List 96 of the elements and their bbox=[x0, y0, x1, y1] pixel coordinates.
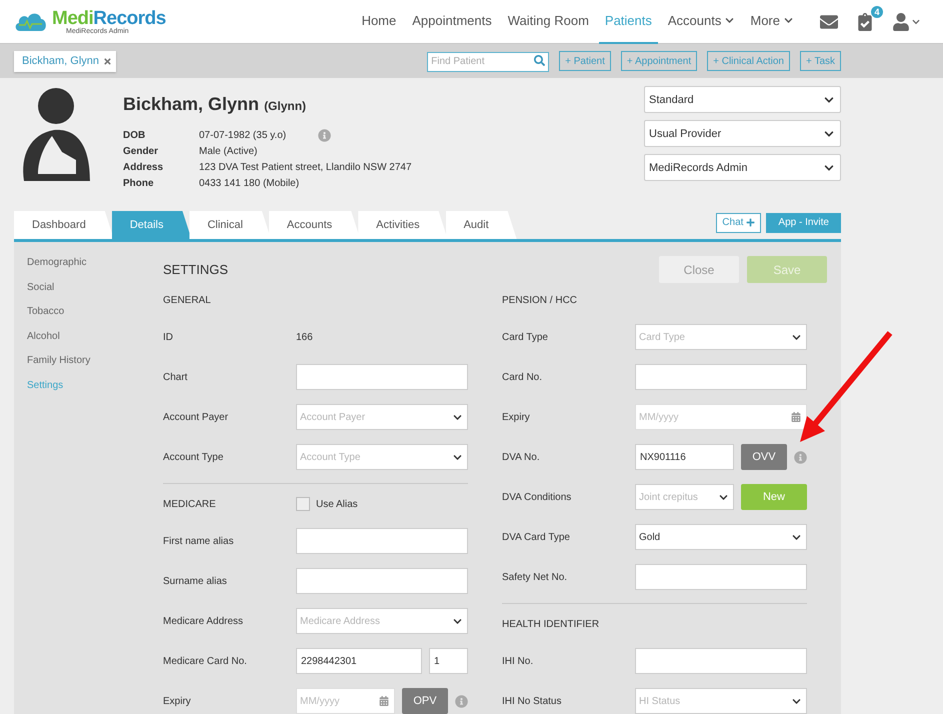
section-heading: HEALTH IDENTIFIER bbox=[502, 618, 600, 630]
input-field[interactable]: 2298442301 bbox=[296, 648, 422, 674]
chevron-down-icon bbox=[792, 332, 801, 342]
detail-value: 123 DVA Test Patient street, Llandilo NSW 2747 bbox=[199, 162, 412, 172]
field-label: Expiry bbox=[163, 696, 192, 706]
section-heading: GENERAL bbox=[163, 294, 212, 306]
field-label: IHI No Status bbox=[502, 696, 562, 706]
close-icon[interactable] bbox=[103, 56, 112, 66]
field-label: Medicare Address bbox=[163, 616, 244, 626]
nav-link[interactable]: Appointments bbox=[406, 0, 498, 44]
side-menu-item[interactable]: Family History bbox=[27, 354, 163, 368]
field-label: Card Type bbox=[502, 332, 549, 342]
detail-label: Address bbox=[123, 162, 164, 172]
plus-icon bbox=[746, 218, 756, 227]
field-label: DVA No. bbox=[502, 452, 541, 462]
tab[interactable]: Accounts bbox=[268, 211, 360, 239]
field-label: Expiry bbox=[502, 412, 531, 422]
date-field[interactable]: MM/yyyy bbox=[296, 688, 395, 714]
input-field[interactable]: 1 bbox=[429, 648, 468, 674]
calendar-icon bbox=[379, 696, 389, 706]
tab[interactable]: Audit bbox=[446, 211, 517, 239]
detail-label: Phone bbox=[123, 178, 155, 188]
search-icon bbox=[534, 55, 546, 66]
checkbox-label: Use Alias bbox=[316, 498, 358, 510]
field-label: ID bbox=[163, 332, 174, 342]
field-value: 166 bbox=[296, 332, 314, 342]
select-field[interactable]: Standard bbox=[644, 86, 841, 113]
action-button[interactable]: OVV bbox=[741, 444, 787, 470]
tab[interactable]: Details bbox=[112, 211, 192, 239]
tab[interactable]: Clinical bbox=[189, 211, 271, 239]
chevron-down-icon bbox=[792, 532, 801, 542]
info-icon[interactable] bbox=[455, 694, 468, 708]
patient-tab[interactable]: Bickham, Glynn bbox=[14, 50, 116, 72]
settings-title: SETTINGS bbox=[163, 262, 228, 277]
clipboard-check-icon[interactable] bbox=[856, 12, 874, 30]
input-field[interactable] bbox=[635, 648, 807, 674]
nav-link[interactable]: Home bbox=[356, 0, 402, 44]
field-label: DVA Conditions bbox=[502, 492, 572, 502]
nav-link[interactable]: Accounts bbox=[662, 0, 740, 44]
field-label: Chart bbox=[163, 372, 188, 382]
field-label: Account Type bbox=[163, 452, 224, 462]
notification-badge: 4 bbox=[870, 4, 884, 18]
chevron-down-icon bbox=[792, 696, 801, 706]
search-field[interactable]: Find Patient bbox=[427, 52, 550, 72]
date-field[interactable]: MM/yyyy bbox=[635, 404, 807, 430]
chevron-down-icon bbox=[824, 162, 834, 172]
side-menu-item[interactable]: Alcohol bbox=[27, 330, 163, 344]
cloud-logo-icon bbox=[14, 10, 48, 32]
mail-icon[interactable] bbox=[820, 12, 838, 30]
info-icon[interactable] bbox=[318, 128, 332, 142]
nav-link[interactable]: Waiting Room bbox=[502, 0, 595, 44]
invite-button[interactable]: App - Invite bbox=[766, 212, 841, 232]
section-heading: PENSION / HCC bbox=[502, 294, 578, 306]
field-label: Safety Net No. bbox=[502, 572, 568, 582]
select-field[interactable]: MediRecords Admin bbox=[644, 154, 841, 181]
field-label: IHI No. bbox=[502, 656, 534, 666]
field-label: Medicare Card No. bbox=[163, 656, 248, 666]
chevron-down-icon bbox=[824, 128, 834, 138]
chat-button[interactable]: Chat bbox=[716, 212, 762, 232]
chevron-down-icon bbox=[453, 616, 462, 626]
logo-text: MediRecords bbox=[52, 8, 166, 28]
chevron-down-icon bbox=[719, 492, 728, 502]
side-menu-item[interactable]: Demographic bbox=[27, 256, 163, 270]
input-field[interactable] bbox=[296, 528, 468, 554]
input-field[interactable] bbox=[296, 568, 468, 594]
tab[interactable]: Activities bbox=[358, 211, 448, 239]
info-icon[interactable] bbox=[794, 450, 807, 464]
detail-value: 07-07-1982 (35 y.o) bbox=[199, 130, 286, 140]
field-label: Surname alias bbox=[163, 576, 228, 586]
input-field[interactable] bbox=[635, 364, 807, 390]
chevron-down-icon bbox=[453, 412, 462, 422]
field-label: First name alias bbox=[163, 536, 235, 546]
detail-label: DOB bbox=[123, 130, 146, 140]
field-label: Card No. bbox=[502, 372, 544, 382]
select-field[interactable]: Usual Provider bbox=[644, 120, 841, 147]
select-field[interactable]: Gold bbox=[635, 524, 807, 550]
detail-value: 0433 141 180 (Mobile) bbox=[199, 178, 300, 188]
calendar-icon bbox=[791, 412, 801, 422]
detail-value: Male (Active) bbox=[199, 146, 258, 156]
chevron-down-icon bbox=[453, 452, 462, 462]
input-field[interactable]: NX901116 bbox=[635, 444, 734, 470]
input-field[interactable] bbox=[296, 364, 468, 390]
patient-name: Bickham, Glynn (Glynn) bbox=[123, 94, 308, 115]
detail-label: Gender bbox=[123, 146, 160, 156]
action-button[interactable]: OPV bbox=[402, 688, 448, 714]
section-heading: MEDICARE bbox=[163, 498, 217, 510]
side-menu-item[interactable]: Social bbox=[27, 280, 163, 295]
user-icon[interactable] bbox=[892, 12, 920, 30]
field-label: DVA Card Type bbox=[502, 532, 571, 542]
chevron-down-icon bbox=[824, 94, 834, 104]
field-label: Account Payer bbox=[163, 412, 230, 422]
input-field[interactable] bbox=[635, 564, 807, 590]
nav-link[interactable]: More bbox=[744, 0, 799, 44]
checkbox[interactable] bbox=[296, 497, 310, 511]
side-menu-item[interactable]: Tobacco bbox=[27, 305, 163, 320]
tab[interactable]: Dashboard bbox=[14, 211, 114, 239]
